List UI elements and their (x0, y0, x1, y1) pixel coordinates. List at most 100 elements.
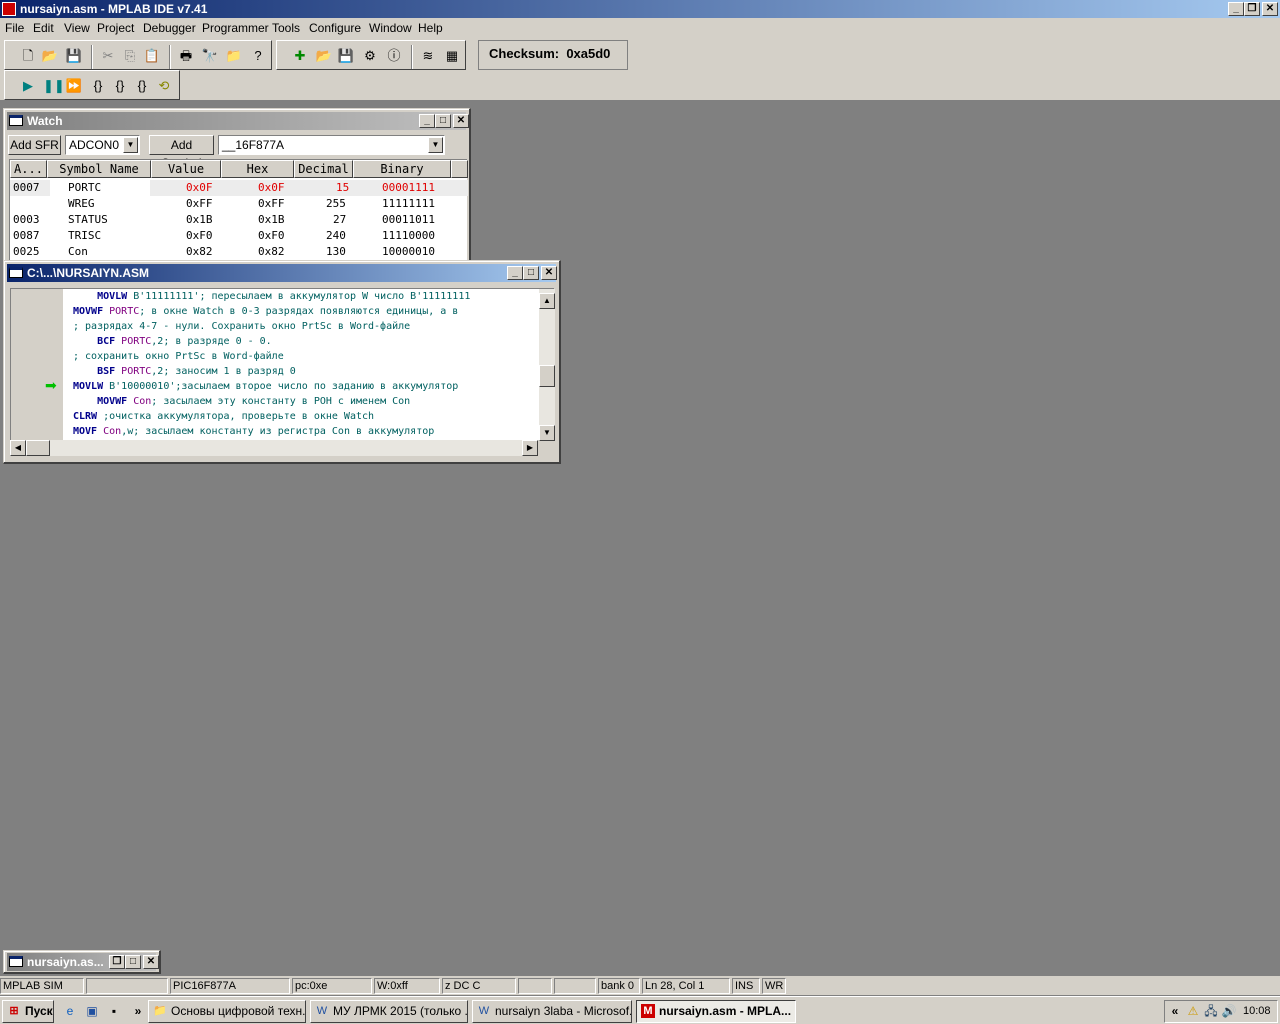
row-decimal: 130 (326, 245, 346, 258)
print-icon[interactable]: 🖶 (177, 47, 195, 65)
network-icon[interactable]: 🖧 (1203, 1003, 1219, 1019)
table-row[interactable]: 0007 PORTC 0x0F 0x0F 15 00001111 (10, 180, 468, 196)
help-icon[interactable]: ? (249, 47, 267, 65)
close-icon[interactable]: ✕ (453, 114, 469, 128)
start-button[interactable]: ⊞ Пуск (2, 1000, 54, 1023)
menu-edit[interactable]: Edit (33, 21, 54, 35)
show-hidden-icons-icon[interactable]: « (1167, 1003, 1183, 1019)
scroll-up-icon[interactable]: ▲ (539, 293, 555, 309)
menu-debugger[interactable]: Debugger (143, 21, 196, 35)
menu-tools[interactable]: Tools (272, 21, 300, 35)
halt-icon[interactable]: ❚❚ (43, 77, 65, 95)
add-symbol-button[interactable]: Add Symbol (149, 135, 214, 170)
vertical-scrollbar[interactable]: ▲ ▼ (539, 289, 555, 441)
col-binary[interactable]: Binary (353, 160, 451, 178)
task-button[interactable]: 📁 Основы цифровой техн... (148, 1000, 306, 1023)
table-row[interactable]: 0087 TRISC 0xF0 0xF0 240 11110000 (10, 228, 468, 244)
code-line: MOVWF PORTC; в окне Watch в 0-3 разрядах… (73, 306, 459, 317)
menu-help[interactable]: Help (418, 21, 443, 35)
paste-icon[interactable]: 📋 (143, 47, 161, 65)
maximize-icon[interactable]: □ (435, 114, 451, 128)
volume-icon[interactable]: 🔊 (1221, 1003, 1237, 1019)
scroll-left-icon[interactable]: ◀ (10, 440, 26, 456)
warning-icon[interactable]: ⚠ (1185, 1003, 1201, 1019)
open-project-icon[interactable]: 📂 (315, 47, 333, 65)
editor-title-bar[interactable]: C:\...\NURSAIYN.ASM _ □ ✕ (7, 264, 557, 282)
current-line-arrow-icon: ➡ (45, 377, 57, 393)
build-options-icon[interactable]: ⚙ (361, 47, 379, 65)
code-editor[interactable]: ➡ MOVLW B'11111111'; пересылаем в аккуму… (10, 288, 555, 441)
restore-icon[interactable]: ❐ (1244, 2, 1260, 16)
row-address: 0003 (13, 213, 40, 226)
step-over-icon[interactable]: {} (111, 77, 129, 95)
menu-programmer[interactable]: Programmer (202, 21, 269, 35)
restore-icon[interactable]: ❐ (109, 955, 125, 969)
minimize-icon[interactable]: _ (1228, 2, 1244, 16)
find-icon[interactable]: 🔭 (201, 47, 219, 65)
menu-window[interactable]: Window (369, 21, 412, 35)
task-button[interactable]: W МУ ЛРМК 2015 (только ... (310, 1000, 468, 1023)
minimize-icon[interactable]: _ (507, 266, 523, 280)
app-title-bar: nursaiyn.asm - MPLAB IDE v7.41 _ ❐ ✕ (0, 0, 1280, 18)
maximize-icon[interactable]: □ (523, 266, 539, 280)
col-symbol-name[interactable]: Symbol Name (47, 160, 151, 178)
sfr-select[interactable]: ADCON0 ▼ (65, 135, 140, 155)
col-address[interactable]: A... (10, 160, 47, 178)
table-row[interactable]: 0025 Con 0x82 0x82 130 10000010 (10, 244, 468, 260)
save-workspace-icon[interactable]: 💾 (337, 47, 355, 65)
code-area[interactable]: MOVLW B'11111111'; пересылаем в аккумуля… (73, 289, 539, 441)
save-icon[interactable]: 💾 (65, 47, 83, 65)
info-icon[interactable]: ⓘ (385, 47, 403, 65)
open-folder-icon[interactable]: 📂 (41, 47, 59, 65)
cut-icon[interactable]: ✂ (99, 47, 117, 65)
scroll-down-icon[interactable]: ▼ (539, 425, 555, 441)
run-icon[interactable]: ▶ (19, 77, 37, 95)
find-in-files-icon[interactable]: 📁 (225, 47, 243, 65)
table-row[interactable]: WREG 0xFF 0xFF 255 11111111 (10, 196, 468, 212)
scroll-thumb[interactable] (26, 440, 50, 456)
menu-file[interactable]: File (5, 21, 24, 35)
step-out-icon[interactable]: {} (133, 77, 151, 95)
clock[interactable]: 10:08 (1243, 1005, 1271, 1017)
col-value[interactable]: Value (151, 160, 221, 178)
internet-explorer-icon[interactable]: e (62, 1003, 78, 1019)
build-all-icon[interactable]: ▦ (443, 47, 461, 65)
menu-configure[interactable]: Configure (309, 21, 361, 35)
col-filler (451, 160, 468, 178)
menu-project[interactable]: Project (97, 21, 134, 35)
more-quicklaunch-icon[interactable]: » (130, 1003, 146, 1019)
new-project-icon[interactable]: ✚ (291, 47, 309, 65)
command-prompt-icon[interactable]: ▪ (106, 1003, 122, 1019)
task-button[interactable]: W nursaiyn 3laba - Microsof... (472, 1000, 632, 1023)
symbol-select[interactable]: __16F877A ▼ (218, 135, 445, 155)
window-icon (9, 956, 23, 967)
make-icon[interactable]: ≋ (419, 47, 437, 65)
minimize-icon[interactable]: _ (419, 114, 435, 128)
maximize-icon[interactable]: □ (125, 955, 141, 969)
minimized-window[interactable]: nursaiyn.as... ❐ □ ✕ (3, 950, 161, 974)
close-icon[interactable]: ✕ (1262, 2, 1278, 16)
animate-icon[interactable]: ⏩ (65, 77, 83, 95)
step-into-icon[interactable]: {} (89, 77, 107, 95)
reset-icon[interactable]: ⟲ (155, 77, 173, 95)
col-decimal[interactable]: Decimal (294, 160, 353, 178)
close-icon[interactable]: ✕ (143, 955, 159, 969)
chevron-down-icon[interactable]: ▼ (123, 137, 138, 153)
show-desktop-icon[interactable]: ▣ (84, 1003, 100, 1019)
app-title: nursaiyn.asm - MPLAB IDE v7.41 (20, 2, 208, 16)
task-button-active[interactable]: M nursaiyn.asm - MPLA... (636, 1000, 796, 1023)
watch-title-bar[interactable]: Watch _ □ ✕ (7, 112, 469, 130)
minimized-title-bar[interactable]: nursaiyn.as... ❐ □ ✕ (7, 953, 159, 971)
chevron-down-icon[interactable]: ▼ (428, 137, 443, 153)
scroll-thumb[interactable] (539, 365, 555, 387)
table-row[interactable]: 0003 STATUS 0x1B 0x1B 27 00011011 (10, 212, 468, 228)
add-sfr-button[interactable]: Add SFR (8, 135, 61, 155)
close-icon[interactable]: ✕ (541, 266, 557, 280)
scroll-right-icon[interactable]: ▶ (522, 440, 538, 456)
menu-view[interactable]: View (64, 21, 90, 35)
col-hex[interactable]: Hex (221, 160, 294, 178)
new-file-icon[interactable]: 🗋 (19, 47, 37, 65)
horizontal-scrollbar[interactable]: ◀ ▶ (10, 440, 538, 456)
copy-icon[interactable]: ⎘ (121, 47, 139, 65)
editor-gutter[interactable]: ➡ (11, 289, 63, 441)
